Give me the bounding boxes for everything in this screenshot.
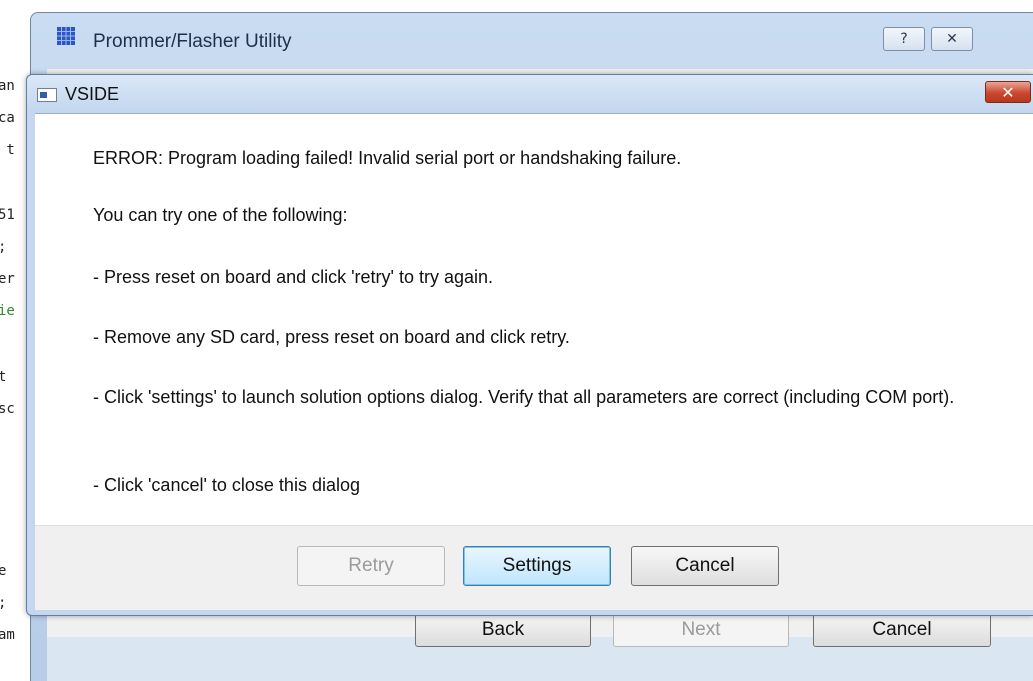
window-close-button[interactable]: ✕ (931, 27, 973, 51)
chip-grid-icon (57, 27, 75, 45)
retry-button[interactable]: Retry (297, 546, 445, 586)
vside-error-dialog: VSIDE ✕ ERROR: Program loading failed! I… (26, 74, 1033, 616)
help-icon: ? (900, 31, 908, 47)
code-line: ; (0, 239, 6, 255)
dialog-button-bar: Retry Settings Cancel (35, 525, 1033, 610)
help-button[interactable]: ? (883, 27, 925, 51)
app-window-icon (37, 88, 57, 102)
code-line: ; (0, 595, 6, 611)
code-line: ca (0, 110, 15, 126)
instruction-item: - Remove any SD card, press reset on boa… (93, 327, 570, 347)
code-line: am (0, 627, 15, 643)
dialog-titlebar[interactable]: VSIDE ✕ (27, 75, 1033, 113)
code-line: t (6, 142, 15, 158)
next-button[interactable]: Next (613, 613, 789, 647)
code-line: t (0, 369, 7, 385)
code-line: e (0, 563, 7, 579)
instruction-intro: You can try one of the following: (93, 205, 348, 225)
settings-button[interactable]: Settings (463, 546, 611, 586)
code-line: ie (0, 303, 15, 319)
dialog-close-button[interactable]: ✕ (985, 81, 1031, 103)
error-message: ERROR: Program loading failed! Invalid s… (93, 148, 682, 168)
instruction-item: - Click 'cancel' to close this dialog (93, 475, 360, 495)
code-line: sc (0, 401, 15, 417)
dialog-title: VSIDE (65, 84, 120, 104)
code-line: er (0, 271, 15, 287)
close-icon: ✕ (1001, 82, 1015, 102)
cancel-button[interactable]: Cancel (631, 546, 779, 586)
dialog-message-area: ERROR: Program loading failed! Invalid s… (35, 113, 1033, 526)
wizard-cancel-button[interactable]: Cancel (813, 613, 991, 647)
code-line: an (0, 78, 15, 94)
code-line: 51 (0, 207, 15, 223)
instruction-item: - Click 'settings' to launch solution op… (93, 387, 955, 407)
close-icon: ✕ (946, 31, 958, 47)
back-button[interactable]: Back (415, 613, 591, 647)
window-title: Prommer/Flasher Utility (93, 31, 292, 52)
instruction-item: - Press reset on board and click 'retry'… (93, 267, 494, 287)
